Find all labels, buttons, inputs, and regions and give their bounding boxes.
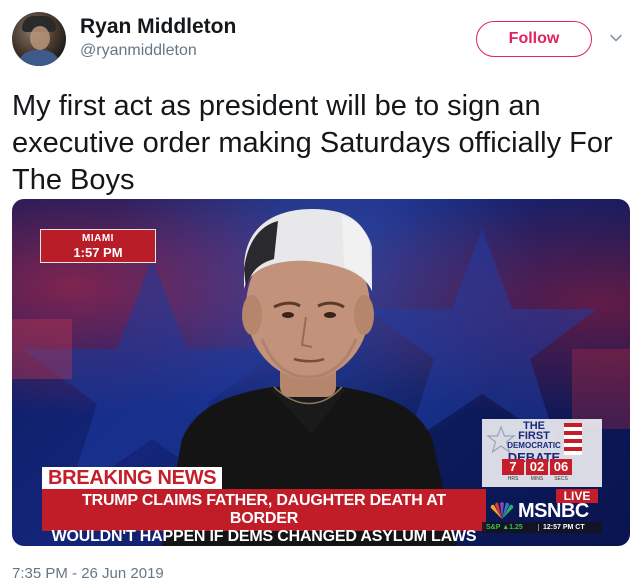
tweet-timestamp[interactable]: 7:35 PM - 26 Jun 2019 xyxy=(12,565,164,582)
avatar[interactable] xyxy=(12,12,66,66)
chevron-down-icon[interactable] xyxy=(608,30,624,46)
location-time-box: MIAMI 1:57 PM xyxy=(40,229,156,263)
network-logo: MSNBC xyxy=(482,499,602,522)
news-headline: TRUMP CLAIMS FATHER, DAUGHTER DEATH AT B… xyxy=(42,489,486,545)
countdown-label-hours: HRS xyxy=(507,476,519,482)
tweet-media-image[interactable]: MIAMI 1:57 PM THE FIRST DEMOCRATIC DEBAT… xyxy=(12,199,630,546)
countdown-seconds: 06 xyxy=(550,459,572,475)
debate-title-line1: THE FIRST xyxy=(518,420,550,442)
headline-line-2: WOULDN'T HAPPEN IF DEMS CHANGED ASYLUM L… xyxy=(51,528,477,545)
tweet-text: My first act as president will be to sig… xyxy=(12,90,613,196)
tweet-header: Ryan Middleton @ryanmiddleton Follow xyxy=(0,0,640,80)
peacock-icon xyxy=(490,502,514,519)
countdown-labels: HRS MINS SECS xyxy=(502,476,572,482)
local-time-label: 1:57 PM xyxy=(73,245,123,260)
countdown-hours: 7 xyxy=(502,459,524,475)
countdown-minutes: 02 xyxy=(526,459,548,475)
display-name[interactable]: Ryan Middleton xyxy=(80,15,236,39)
follow-button[interactable]: Follow xyxy=(476,21,592,57)
headline-line-1: TRUMP CLAIMS FATHER, DAUGHTER DEATH AT B… xyxy=(82,492,446,527)
location-label: MIAMI xyxy=(82,233,114,244)
avatar-shirt xyxy=(16,50,62,66)
breaking-news-label: BREAKING NEWS xyxy=(42,467,223,489)
avatar-face xyxy=(30,26,50,50)
debate-countdown: 7 02 06 xyxy=(502,459,572,475)
debate-badge: THE FIRST DEMOCRATIC DEBATE 7 02 06 HRS … xyxy=(482,419,602,487)
ticker-time: 12:57 PM CT xyxy=(538,524,585,531)
user-handle[interactable]: @ryanmiddleton xyxy=(80,42,197,60)
debate-title: THE FIRST DEMOCRATIC DEBATE xyxy=(506,420,562,465)
market-ticker: S&P ▲1.25 12:57 PM CT xyxy=(482,522,602,533)
ticker-index: S&P ▲1.25 xyxy=(486,524,523,531)
network-name: MSNBC xyxy=(518,499,589,522)
flag-stripes-icon xyxy=(564,423,582,455)
countdown-label-seconds: SECS xyxy=(554,476,568,482)
countdown-label-minutes: MINS xyxy=(530,476,544,482)
